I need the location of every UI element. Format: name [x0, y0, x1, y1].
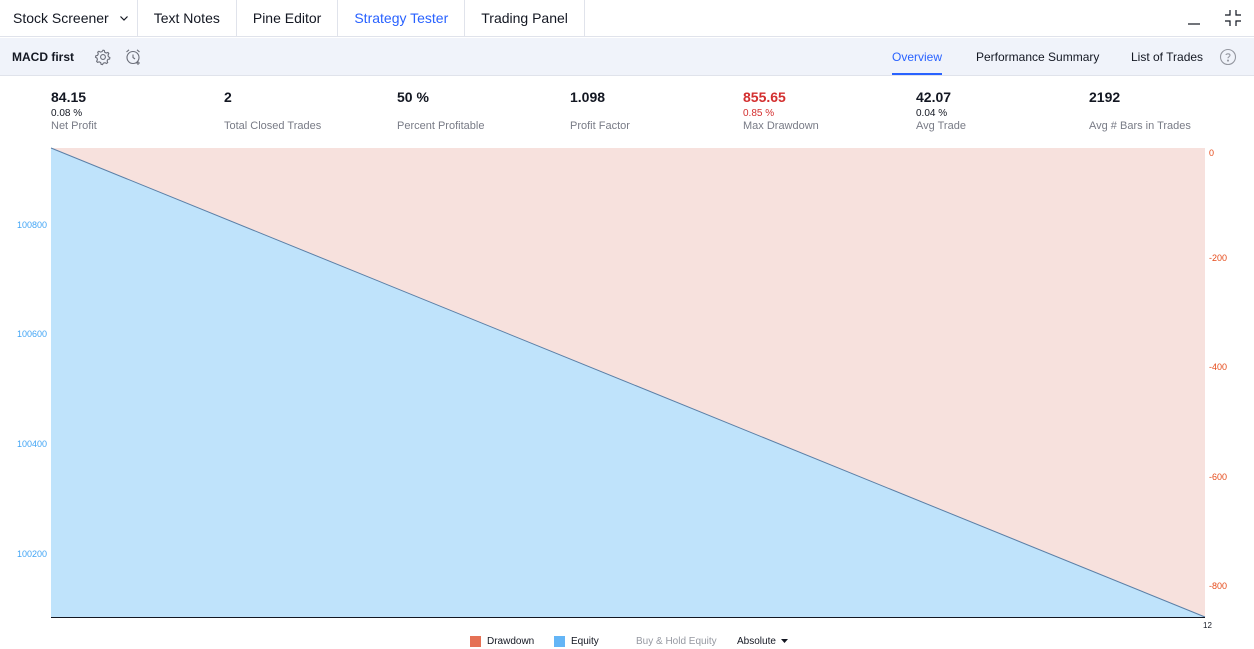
left-axis-tick: 100400 — [17, 439, 47, 449]
left-axis-tick: 100600 — [17, 329, 47, 339]
chart-legend: Drawdown Equity Buy & Hold Equity Absolu… — [0, 636, 1254, 649]
legend-item-buy-hold-equity[interactable]: Buy & Hold Equity — [636, 636, 717, 647]
question-circle-icon[interactable] — [1219, 48, 1237, 66]
bottom-panel-tabbar: Stock Screener Text Notes Pine Editor St… — [0, 0, 1254, 37]
tab-label: Stock Screener — [13, 10, 109, 26]
tab-label: Strategy Tester — [354, 10, 449, 26]
active-tab-underline — [892, 73, 942, 75]
mode-dropdown[interactable]: Absolute — [737, 636, 788, 647]
tab-text-notes[interactable]: Text Notes — [138, 0, 237, 36]
legend-label: Equity — [571, 636, 599, 647]
tab-pine-editor[interactable]: Pine Editor — [237, 0, 339, 36]
metric-label: Avg # Bars in Trades — [1089, 120, 1191, 132]
metric-total-closed-trades: 2 Total Closed Trades — [224, 89, 394, 133]
metric-label: Total Closed Trades — [224, 120, 322, 132]
minimize-icon[interactable] — [1186, 0, 1202, 36]
metric-percent: 0.04 % — [916, 108, 948, 119]
metric-value: 84.15 — [51, 89, 87, 105]
tab-overview[interactable]: Overview — [892, 50, 942, 64]
collapse-icon[interactable] — [1224, 0, 1242, 36]
tab-performance-summary[interactable]: Performance Summary — [976, 50, 1099, 64]
metric-label: Max Drawdown — [743, 120, 819, 132]
equity-chart: 100800 100600 100400 100200 0 -200 -400 … — [17, 147, 1227, 630]
metric-percent — [570, 107, 740, 120]
tab-list-of-trades[interactable]: List of Trades — [1131, 50, 1203, 64]
right-axis-tick: 0 — [1209, 148, 1214, 158]
tab-label: Pine Editor — [252, 10, 322, 26]
legend-label: Drawdown — [487, 636, 535, 647]
right-axis-tick: -200 — [1209, 253, 1227, 263]
strategy-name: MACD first — [12, 50, 74, 64]
metric-value: 855.65 — [743, 89, 786, 105]
metric-percent-profitable: 50 % Percent Profitable — [397, 89, 567, 133]
right-axis-tick: -400 — [1209, 362, 1227, 372]
legend-swatch — [554, 636, 565, 647]
metric-label: Avg Trade — [916, 120, 966, 132]
tab-label: Trading Panel — [481, 10, 568, 26]
metric-avg-trade: 42.07 0.04 % Avg Trade — [916, 89, 1086, 133]
metric-label: Percent Profitable — [397, 120, 485, 132]
right-axis-tick: -800 — [1209, 581, 1227, 591]
metric-percent — [1089, 107, 1254, 120]
strategy-tester-panel: Stock Screener Text Notes Pine Editor St… — [0, 0, 1254, 649]
left-axis-tick: 100800 — [17, 220, 47, 230]
legend-swatch — [470, 636, 481, 647]
metric-max-drawdown: 855.65 0.85 % Max Drawdown — [743, 89, 913, 133]
tab-strategy-tester[interactable]: Strategy Tester — [338, 0, 466, 36]
metric-percent — [224, 107, 394, 120]
metric-value: 42.07 — [916, 89, 952, 105]
metric-percent — [397, 107, 567, 120]
legend-item-drawdown[interactable]: Drawdown — [470, 636, 534, 647]
metric-value: 2192 — [1089, 89, 1121, 105]
tab-label: Text Notes — [153, 10, 220, 26]
alarm-add-icon[interactable] — [124, 48, 142, 66]
metric-label: Profit Factor — [570, 120, 630, 132]
gear-icon[interactable] — [94, 48, 112, 66]
metric-value: 50 % — [397, 89, 429, 105]
strategy-toolbar: MACD first Overview Performance Summary … — [0, 38, 1254, 76]
tab-stock-screener[interactable]: Stock Screener — [0, 0, 138, 36]
legend-label: Buy & Hold Equity — [636, 636, 717, 647]
legend-item-equity[interactable]: Equity — [554, 636, 599, 647]
tab-trading-panel[interactable]: Trading Panel — [465, 0, 585, 36]
metric-avg-bars-in-trades: 2192 Avg # Bars in Trades — [1089, 89, 1254, 133]
mode-label: Absolute — [737, 636, 776, 647]
metric-net-profit: 84.15 0.08 % Net Profit — [51, 89, 221, 133]
left-axis-tick: 100200 — [17, 549, 47, 559]
metric-profit-factor: 1.098 Profit Factor — [570, 89, 740, 133]
right-axis-tick: -600 — [1209, 472, 1227, 482]
caret-down-icon — [780, 636, 788, 647]
x-axis-tick: 12 — [1203, 621, 1212, 630]
metric-value: 1.098 — [570, 89, 606, 105]
metric-label: Net Profit — [51, 120, 97, 132]
metric-percent: 0.85 % — [743, 108, 775, 119]
chevron-down-icon — [117, 11, 131, 25]
metric-percent: 0.08 % — [51, 108, 83, 119]
metric-value: 2 — [224, 89, 232, 105]
